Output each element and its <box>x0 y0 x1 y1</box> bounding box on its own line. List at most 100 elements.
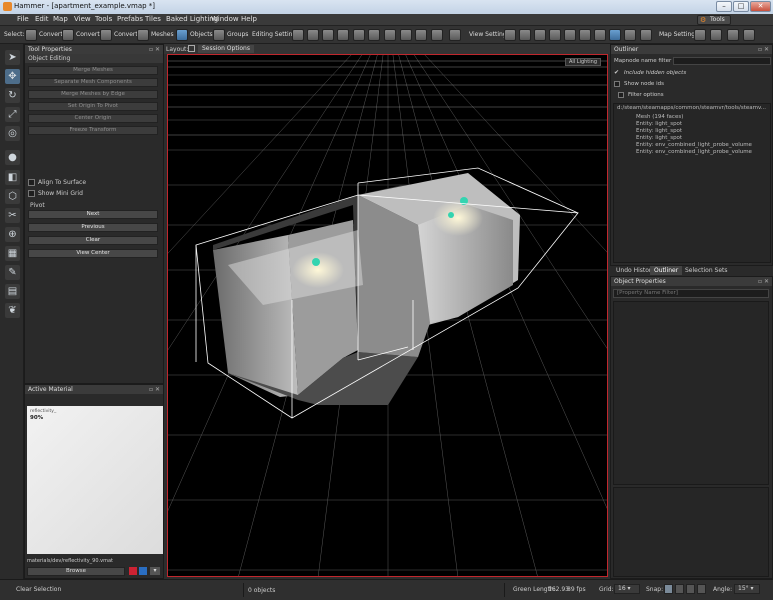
pivot-icon[interactable]: ◎ <box>5 126 20 141</box>
menu-view[interactable]: View <box>74 15 91 23</box>
light-settings-icon[interactable] <box>431 29 443 41</box>
texture-lock-icon[interactable] <box>400 29 412 41</box>
select-settings-icon[interactable] <box>353 29 365 41</box>
apartment-mesh[interactable] <box>213 173 520 405</box>
show-mini-grid-checkbox[interactable] <box>28 190 35 197</box>
polygon-tool-icon[interactable]: ⬡ <box>5 189 20 204</box>
hotspot-tool-icon[interactable]: ⊕ <box>5 227 20 242</box>
menu-edit[interactable]: Edit <box>35 15 49 23</box>
grid-settings-icon[interactable] <box>307 29 319 41</box>
tile-tool-icon[interactable]: ▤ <box>5 284 20 299</box>
umbrella-icon[interactable] <box>415 29 427 41</box>
tab-selection-sets[interactable]: Selection Sets <box>681 266 732 275</box>
lighting-view-icon[interactable] <box>504 29 516 41</box>
tree-item-probe-volume-2[interactable]: Entity: env_combined_light_probe_volume <box>636 149 752 155</box>
session-options-button[interactable]: Session Options <box>198 45 254 53</box>
pivot-clear-button[interactable]: Clear <box>28 236 158 245</box>
snap-ruler-icon[interactable] <box>686 584 695 594</box>
translate-icon[interactable]: ✥ <box>5 69 20 84</box>
angle-settings-icon[interactable] <box>322 29 334 41</box>
3d-viewport[interactable]: All Lighting <box>167 54 608 577</box>
tab-outliner[interactable]: Outliner <box>650 266 683 275</box>
person-view-icon[interactable] <box>640 29 652 41</box>
paint-tool-icon[interactable]: ✎ <box>5 265 20 280</box>
tree-item-probe-volume-1[interactable]: Entity: env_combined_light_probe_volume <box>636 142 752 148</box>
objects-label[interactable]: Objects <box>190 31 213 38</box>
pivot-previous-button[interactable]: Previous <box>28 223 158 232</box>
meshes-icon[interactable] <box>137 29 149 41</box>
pivot-view-center-button[interactable]: View Center <box>28 249 158 258</box>
map-hatch-icon-3[interactable] <box>727 29 739 41</box>
grid-view-icon[interactable] <box>624 29 636 41</box>
menu-help[interactable]: Help <box>241 15 257 23</box>
merge-meshes-by-edge-button[interactable]: Merge Meshes by Edge <box>28 90 158 99</box>
convert-edges-icon[interactable] <box>62 29 74 41</box>
separate-mesh-components-button[interactable]: Separate Mesh Components <box>28 78 158 87</box>
select-arrow-icon[interactable]: ➤ <box>5 50 20 65</box>
menu-tools[interactable]: Tools <box>95 15 112 23</box>
convert-label-1[interactable]: Convert <box>39 31 63 38</box>
material-preview[interactable]: reflectivity_ 90% <box>27 406 163 554</box>
pivot-next-button[interactable]: Next <box>28 210 158 219</box>
snap-vertex-icon[interactable] <box>675 584 684 594</box>
wire-view-icon[interactable] <box>519 29 531 41</box>
tree-item-light-spot-2[interactable]: Entity: light_spot <box>636 128 682 134</box>
fog-view-icon[interactable] <box>564 29 576 41</box>
outliner-tree[interactable]: d:/steam/steamapps/common/steamvr/tools/… <box>613 103 771 263</box>
layout-grid-icon[interactable] <box>188 45 195 52</box>
material-color-red-icon[interactable] <box>129 567 137 575</box>
rotate-icon[interactable]: ↻ <box>5 88 20 103</box>
tools-dropdown[interactable]: ⚙ Tools <box>697 15 731 25</box>
convert-vertices-icon[interactable] <box>25 29 37 41</box>
gamepad-icon[interactable] <box>449 29 461 41</box>
render-mode-dropdown[interactable]: All Lighting <box>565 58 601 66</box>
block-tool-icon[interactable]: ◧ <box>5 170 20 185</box>
material-color-blue-icon[interactable] <box>139 567 147 575</box>
entities-view-icon[interactable] <box>579 29 591 41</box>
clear-selection-button[interactable]: Clear Selection <box>16 586 61 593</box>
groups-label[interactable]: Groups <box>227 31 248 38</box>
menu-prefabs[interactable]: Prefabs <box>117 15 143 23</box>
material-menu-icon[interactable]: ▾ <box>150 567 160 575</box>
set-origin-to-pivot-button[interactable]: Set Origin To Pivot <box>28 102 158 111</box>
groups-icon[interactable] <box>213 29 225 41</box>
angle-dropdown[interactable]: 15° ▾ <box>734 584 760 594</box>
prefab-view-icon[interactable] <box>609 29 621 41</box>
snap-angle-icon[interactable] <box>697 584 706 594</box>
convert-label-3[interactable]: Convert <box>114 31 138 38</box>
show-node-ids-checkbox[interactable] <box>614 81 620 87</box>
menu-tiles[interactable]: Tiles <box>145 15 161 23</box>
viewport-scene[interactable] <box>168 55 608 577</box>
property-name-filter-input[interactable]: [Property Name Filter] <box>613 289 769 298</box>
tree-item-mesh[interactable]: Mesh (194 faces) <box>636 114 683 120</box>
helpers-view-icon[interactable] <box>549 29 561 41</box>
menu-file[interactable]: File <box>17 15 29 23</box>
align-to-surface-checkbox[interactable] <box>28 179 35 186</box>
close-button[interactable]: ✕ <box>750 1 771 12</box>
freeze-transform-button[interactable]: Freeze Transform <box>28 126 158 135</box>
tree-item-light-spot-1[interactable]: Entity: light_spot <box>636 121 682 127</box>
include-hidden-label[interactable]: Include hidden objects <box>624 70 686 76</box>
filter-options-checkbox[interactable] <box>618 92 624 98</box>
tree-item-light-spot-3[interactable]: Entity: light_spot <box>636 135 682 141</box>
meshes-label[interactable]: Meshes <box>151 31 174 38</box>
snap-grid-icon[interactable] <box>664 584 673 594</box>
browse-material-button[interactable]: Browse <box>27 567 125 576</box>
convert-faces-icon[interactable] <box>100 29 112 41</box>
map-hatch-icon-1[interactable] <box>694 29 706 41</box>
maximize-button[interactable]: □ <box>733 1 749 12</box>
menu-map[interactable]: Map <box>53 15 68 23</box>
clipping-tool-icon[interactable]: ✂ <box>5 208 20 223</box>
map-hatch-icon-4[interactable] <box>743 29 755 41</box>
wireframe-settings-icon[interactable] <box>368 29 380 41</box>
collision-settings-icon[interactable] <box>384 29 396 41</box>
grid-size-dropdown[interactable]: 16 ▾ <box>614 584 640 594</box>
scale-icon[interactable]: ⤢ <box>5 107 20 122</box>
center-origin-button[interactable]: Center Origin <box>28 114 158 123</box>
map-hatch-icon-2[interactable] <box>710 29 722 41</box>
sky-view-icon[interactable] <box>594 29 606 41</box>
foliage-tool-icon[interactable]: ❦ <box>5 303 20 318</box>
tree-root[interactable]: d:/steam/steamapps/common/steamvr/tools/… <box>617 105 766 111</box>
menu-window[interactable]: Window <box>211 15 239 23</box>
mapnode-filter-input[interactable] <box>673 57 771 65</box>
